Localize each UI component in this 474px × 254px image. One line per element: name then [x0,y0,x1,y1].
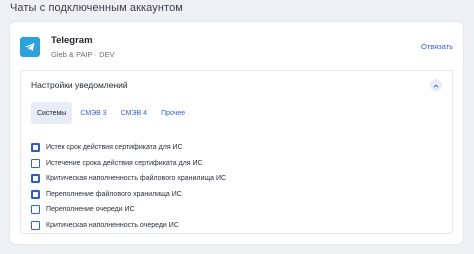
list-item[interactable]: Критическая наполненность очереди ИС [31,218,226,234]
list-item-label: Критическая наполненность очереди ИС [46,221,179,229]
tab-smev3[interactable]: СМЭВ 3 [74,102,112,124]
account-card: Telegram Gleb & PAIP · DEV Отвязать Наст… [10,22,463,244]
unlink-button[interactable]: Отвязать [421,42,453,51]
tab-systems[interactable]: Системы [31,102,73,124]
checkbox[interactable] [31,174,40,184]
list-item[interactable]: Переполнение файлового хранилища ИС [31,187,226,203]
checkbox[interactable] [31,220,40,230]
list-item-label: Истечение срока действия сертификата для… [46,159,203,167]
account-subtitle: Gleb & PAIP · DEV [51,50,115,59]
account-name: Telegram [51,35,93,46]
notification-list: Истек срок действия сертификата для ИС И… [31,140,226,233]
tab-smev4[interactable]: СМЭВ 4 [115,102,153,124]
collapse-button[interactable] [430,79,442,91]
list-item-label: Переполнение файлового хранилища ИС [46,190,182,198]
settings-title: Настройки уведомлений [31,80,128,90]
checkbox[interactable] [31,158,40,168]
list-item-label: Переполнение очереди ИС [46,206,135,214]
notification-settings-panel: Настройки уведомлений Системы СМЭВ 3 СМЭ… [20,70,453,234]
page-title: Чаты с подключенным аккаунтом [10,2,183,14]
list-item[interactable]: Переполнение очереди ИС [31,202,226,218]
tab-other[interactable]: Прочее [155,102,191,124]
list-item[interactable]: Истечение срока действия сертификата для… [31,156,226,172]
checkbox[interactable] [31,205,40,215]
list-item[interactable]: Критическая наполненность файлового хран… [31,171,226,187]
telegram-icon [20,37,40,57]
list-item-label: Критическая наполненность файлового хран… [46,175,227,183]
checkbox[interactable] [31,143,40,153]
list-item[interactable]: Истек срок действия сертификата для ИС [31,140,226,156]
chevron-up-icon [433,76,439,94]
tabs: Системы СМЭВ 3 СМЭВ 4 Прочее [31,102,193,124]
list-item-label: Истек срок действия сертификата для ИС [46,144,183,152]
checkbox[interactable] [31,189,40,199]
